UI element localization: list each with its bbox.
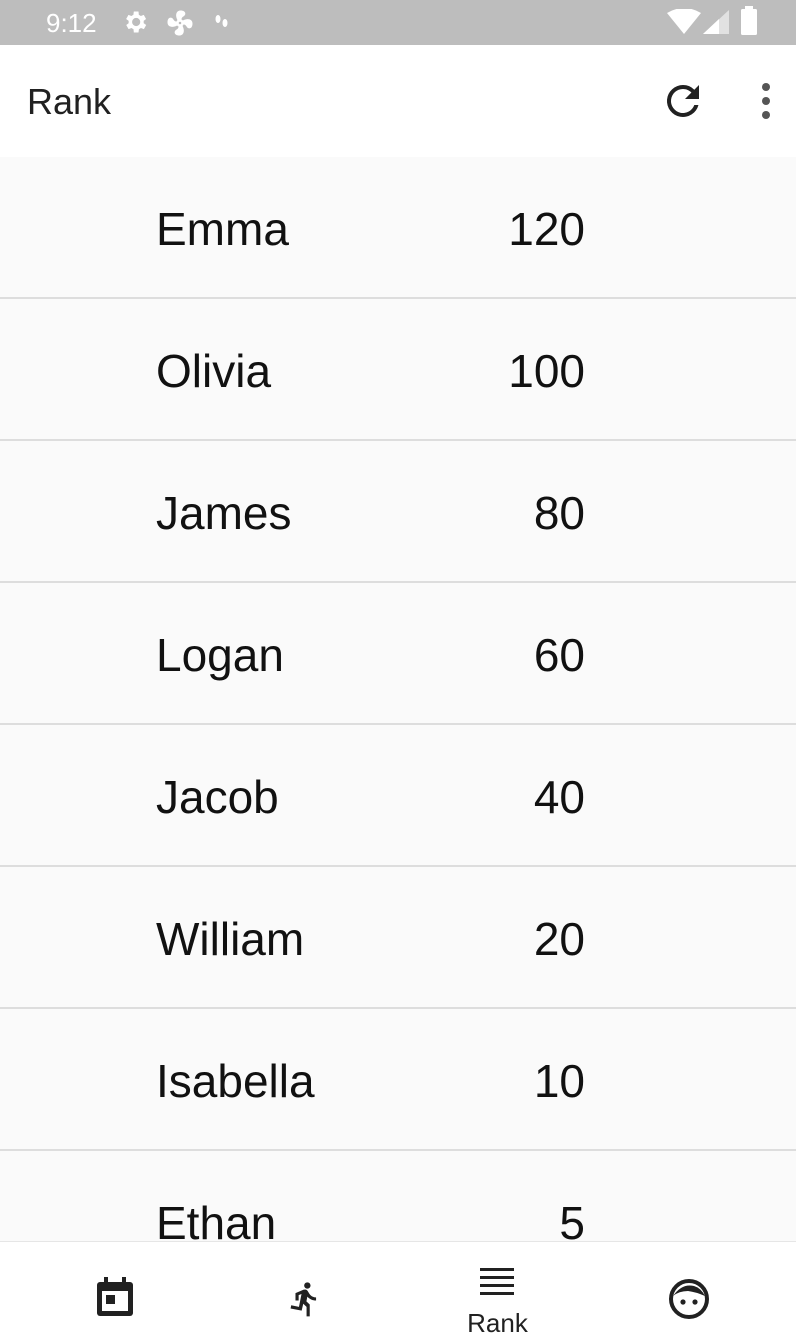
- app-root: 9:12 Rank Emma 120 Olivia 100 James 80 L…: [0, 0, 796, 1342]
- list-item[interactable]: Jacob 40: [0, 725, 796, 867]
- list-item[interactable]: Ethan 5: [0, 1151, 796, 1241]
- player-score: 120: [508, 203, 585, 255]
- face-icon: [669, 1279, 709, 1319]
- list-item[interactable]: Logan 60: [0, 583, 796, 725]
- player-name: Olivia: [156, 345, 272, 397]
- player-score: 10: [533, 1055, 585, 1107]
- list-item[interactable]: Emma 120: [0, 157, 796, 299]
- list-icon: [480, 1268, 514, 1295]
- player-name: Isabella: [156, 1055, 315, 1107]
- page-title: Rank: [27, 81, 112, 122]
- list-item[interactable]: James 80: [0, 441, 796, 583]
- fan-icon: [167, 10, 193, 36]
- running-icon: [290, 1282, 317, 1317]
- player-name: Logan: [156, 629, 284, 681]
- player-name: Emma: [156, 203, 289, 255]
- status-bar: 9:12: [0, 0, 796, 45]
- more-vert-icon: [762, 83, 770, 119]
- nav-label-rank: Rank: [467, 1308, 528, 1338]
- refresh-button[interactable]: [659, 77, 707, 125]
- rank-list[interactable]: Emma 120 Olivia 100 James 80 Logan 60 Ja…: [0, 157, 796, 1241]
- bottom-navigation: Rank: [0, 1241, 796, 1342]
- status-time: 9:12: [46, 8, 97, 38]
- list-item[interactable]: Olivia 100: [0, 299, 796, 441]
- player-score: 100: [508, 345, 585, 397]
- player-score: 20: [533, 913, 585, 965]
- player-name: James: [156, 487, 292, 539]
- calendar-icon: [97, 1277, 133, 1316]
- player-score: 60: [533, 629, 585, 681]
- player-score: 5: [559, 1197, 585, 1241]
- footprints-icon: [215, 15, 228, 27]
- player-name: William: [156, 913, 305, 965]
- player-score: 80: [533, 487, 585, 539]
- app-bar: Rank: [0, 45, 796, 157]
- player-score: 40: [533, 771, 585, 823]
- player-name: Ethan: [156, 1197, 277, 1241]
- cell-signal-icon: [703, 10, 729, 34]
- list-item[interactable]: William 20: [0, 867, 796, 1009]
- battery-icon: [741, 6, 757, 35]
- gear-icon: [126, 11, 147, 33]
- more-options-button[interactable]: [748, 77, 784, 125]
- wifi-icon: [667, 9, 701, 34]
- refresh-icon: [666, 84, 699, 117]
- list-item[interactable]: Isabella 10: [0, 1009, 796, 1151]
- player-name: Jacob: [156, 771, 279, 823]
